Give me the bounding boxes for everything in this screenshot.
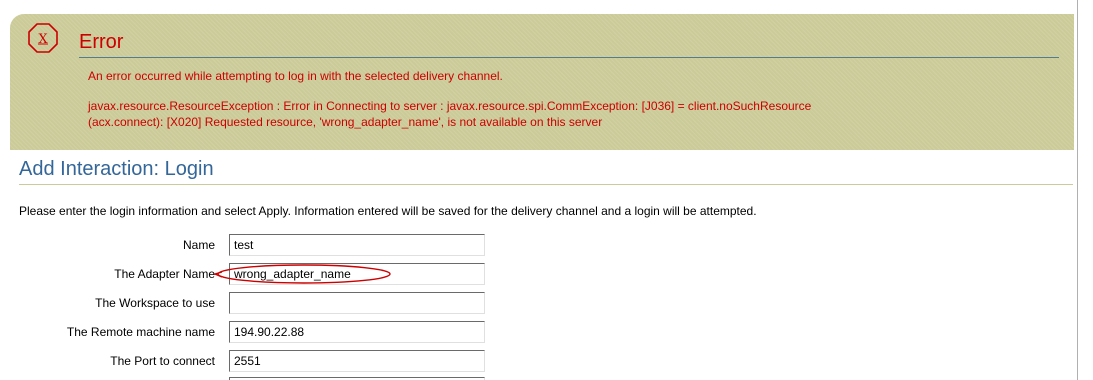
frame-right-border xyxy=(1077,0,1078,380)
workspace-label: The Workspace to use xyxy=(95,296,215,310)
name-input[interactable] xyxy=(229,234,485,256)
adapter-name-label: The Adapter Name xyxy=(114,267,215,281)
remote-machine-input[interactable] xyxy=(229,321,485,343)
page: X Error An error occurred while attempti… xyxy=(0,0,1093,380)
remote-machine-label: The Remote machine name xyxy=(66,325,215,339)
svg-text:X: X xyxy=(38,32,48,47)
page-title: Add Interaction: Login xyxy=(19,158,214,180)
error-x-octagon-icon: X xyxy=(28,23,58,53)
name-label: Name xyxy=(182,238,215,252)
port-input[interactable] xyxy=(229,350,485,372)
error-details-line-1: javax.resource.ResourceException : Error… xyxy=(88,99,812,113)
workspace-input[interactable] xyxy=(229,292,485,314)
port-label: The Port to connect xyxy=(110,354,215,368)
adapter-name-input[interactable] xyxy=(229,263,485,285)
error-details-line-2: (acx.connect): [X020] Requested resource… xyxy=(88,115,603,129)
error-title: Error xyxy=(79,31,124,53)
instructions-text: Please enter the login information and s… xyxy=(19,204,757,218)
title-divider xyxy=(19,184,1073,185)
error-message: An error occurred while attempting to lo… xyxy=(88,69,503,83)
error-title-divider xyxy=(79,57,1059,58)
